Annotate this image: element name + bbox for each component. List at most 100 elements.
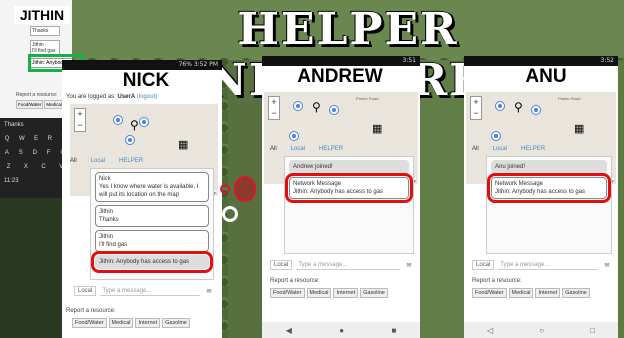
recents-icon[interactable]: ■ xyxy=(391,326,396,335)
water-tap-icon[interactable]: ⚲ xyxy=(514,100,523,114)
key-z[interactable]: Z xyxy=(7,164,11,170)
nick-logged-line: You are logged as: UserA (logout) xyxy=(66,94,157,100)
tab-all[interactable]: All xyxy=(472,146,479,152)
send-icon[interactable]: ✉ xyxy=(204,288,214,295)
tab-all[interactable]: All xyxy=(270,146,277,152)
report-food-water-button[interactable]: Food/Water xyxy=(270,288,305,298)
anu-report-buttons: Food/Water Medical Internet Gasoline xyxy=(472,288,590,298)
nick-logout-link[interactable]: (logout) xyxy=(137,94,157,100)
key-s[interactable]: S xyxy=(19,150,23,156)
report-internet-button[interactable]: Internet xyxy=(535,288,561,298)
anu-location-pin[interactable] xyxy=(492,132,500,140)
report-gasoline-button[interactable]: Gasoline xyxy=(562,288,590,298)
jithin-report-medical[interactable]: Medical xyxy=(44,100,64,109)
anu-building-icon[interactable]: ▦ xyxy=(574,122,584,135)
message-bubble: Jithin Thanks xyxy=(95,205,209,227)
key-a[interactable]: A xyxy=(5,150,9,156)
message-text: Jithin: Anybody has access to gas xyxy=(99,259,190,265)
send-icon[interactable]: ✉ xyxy=(404,262,414,269)
key-d[interactable]: D xyxy=(33,150,37,156)
andrew-location-pin[interactable] xyxy=(290,132,298,140)
home-icon[interactable]: ● xyxy=(339,326,344,335)
key-e[interactable]: E xyxy=(34,136,38,142)
scope-select[interactable]: Local xyxy=(270,260,293,270)
report-internet-button[interactable]: Internet xyxy=(135,318,161,328)
andrew-zoom-control[interactable]: + − xyxy=(268,96,280,120)
message-input[interactable]: Type a message... xyxy=(100,287,200,296)
andrew-location-pin[interactable] xyxy=(330,106,338,114)
keyboard-suggestion[interactable]: Thanks xyxy=(4,122,24,128)
nick-message-feed[interactable]: Nick Yes I know where water is available… xyxy=(90,168,214,280)
nick-location-pin[interactable] xyxy=(140,118,148,126)
report-food-water-button[interactable]: Food/Water xyxy=(72,318,107,328)
report-food-water-button[interactable]: Food/Water xyxy=(472,288,507,298)
tab-helper[interactable]: HELPER xyxy=(119,158,143,164)
message-bubble: Nick Yes I know where water is available… xyxy=(95,172,209,202)
tab-all[interactable]: All xyxy=(70,158,77,164)
key-c[interactable]: C xyxy=(41,164,45,170)
anu-composer: Local Type a message... ✉ xyxy=(472,260,612,270)
report-gasoline-button[interactable]: Gasoline xyxy=(162,318,190,328)
tab-local[interactable]: Local xyxy=(493,146,507,152)
message-sender: Jithin xyxy=(99,209,114,215)
report-gasoline-button[interactable]: Gasoline xyxy=(360,288,388,298)
anu-location-pin[interactable] xyxy=(496,102,504,110)
anu-location-pin[interactable] xyxy=(532,106,540,114)
network-message-text: Jithin: Anybody has access to gas xyxy=(495,189,586,195)
tab-local[interactable]: Local xyxy=(291,146,305,152)
nick-username: UserA xyxy=(117,94,136,100)
key-q[interactable]: Q xyxy=(5,136,10,142)
node-circle xyxy=(220,184,230,194)
report-medical-button[interactable]: Medical xyxy=(108,318,134,328)
message-sender: Nick xyxy=(99,176,111,182)
back-icon[interactable]: ◁ xyxy=(487,326,493,335)
nick-location-pin[interactable] xyxy=(114,116,122,124)
key-w[interactable]: W xyxy=(19,136,25,142)
network-message-text: Jithin: Anybody has access to gas xyxy=(293,189,384,195)
user-avatar xyxy=(234,176,256,202)
anu-message-feed[interactable]: Anu joined! Network Message Jithin: Anyb… xyxy=(486,156,612,254)
tab-helper[interactable]: HELPER xyxy=(521,146,545,152)
andrew-location-pin[interactable] xyxy=(294,102,302,110)
anu-label: ANU xyxy=(508,66,584,88)
jithin-report-food[interactable]: Food/Water xyxy=(16,100,44,109)
jithin-label: JITHIN xyxy=(14,6,70,24)
network-message: Network Message Jithin: Anybody has acce… xyxy=(487,173,611,203)
back-icon[interactable]: ◀ xyxy=(286,326,292,335)
network-message: Network Message Jithin: Anybody has acce… xyxy=(285,173,413,203)
andrew-status-bar: 3:51 xyxy=(262,56,420,66)
keyboard-time: 11:23 xyxy=(4,178,19,184)
andrew-composer: Local Type a message... ✉ xyxy=(270,260,414,270)
nick-report-label: Report a resource: xyxy=(66,308,116,314)
key-x[interactable]: X xyxy=(24,164,28,170)
message-input[interactable]: Type a message... xyxy=(296,261,400,270)
andrew-message-feed[interactable]: Andrew joined! Network Message Jithin: A… xyxy=(284,156,414,254)
send-icon[interactable]: ✉ xyxy=(602,262,612,269)
key-f[interactable]: F xyxy=(47,150,51,156)
andrew-label: ANDREW xyxy=(292,66,388,88)
message-sender: Jithin xyxy=(99,234,114,240)
key-r[interactable]: R xyxy=(48,136,52,142)
report-internet-button[interactable]: Internet xyxy=(333,288,359,298)
home-icon[interactable]: ○ xyxy=(539,326,544,335)
tab-helper[interactable]: HELPER xyxy=(319,146,343,152)
message-input[interactable]: Type a message... xyxy=(498,261,598,270)
tab-local[interactable]: Local xyxy=(91,158,105,164)
report-medical-button[interactable]: Medical xyxy=(508,288,534,298)
andrew-report-label: Report a resource: xyxy=(270,278,320,284)
nick-location-pin[interactable] xyxy=(126,136,134,144)
nick-building-icon[interactable]: ▦ xyxy=(178,138,188,151)
scope-select[interactable]: Local xyxy=(472,260,495,270)
report-medical-button[interactable]: Medical xyxy=(306,288,332,298)
nick-phone: 76% 3:52 PM You are logged as: UserA (lo… xyxy=(62,60,222,338)
anu-road-label: Parker Road xyxy=(558,96,581,101)
recents-icon[interactable]: □ xyxy=(590,326,595,335)
water-tap-icon[interactable]: ⚲ xyxy=(312,100,321,114)
andrew-building-icon[interactable]: ▦ xyxy=(372,122,382,135)
jithin-report-buttons: Food/Water Medical xyxy=(16,100,64,109)
water-tap-icon[interactable]: ⚲ xyxy=(130,118,139,132)
nick-zoom-control[interactable]: + − xyxy=(74,108,86,132)
anu-zoom-control[interactable]: + − xyxy=(470,96,482,120)
nick-logged-prefix: You are logged as: xyxy=(66,94,116,100)
scope-select[interactable]: Local xyxy=(74,286,97,296)
